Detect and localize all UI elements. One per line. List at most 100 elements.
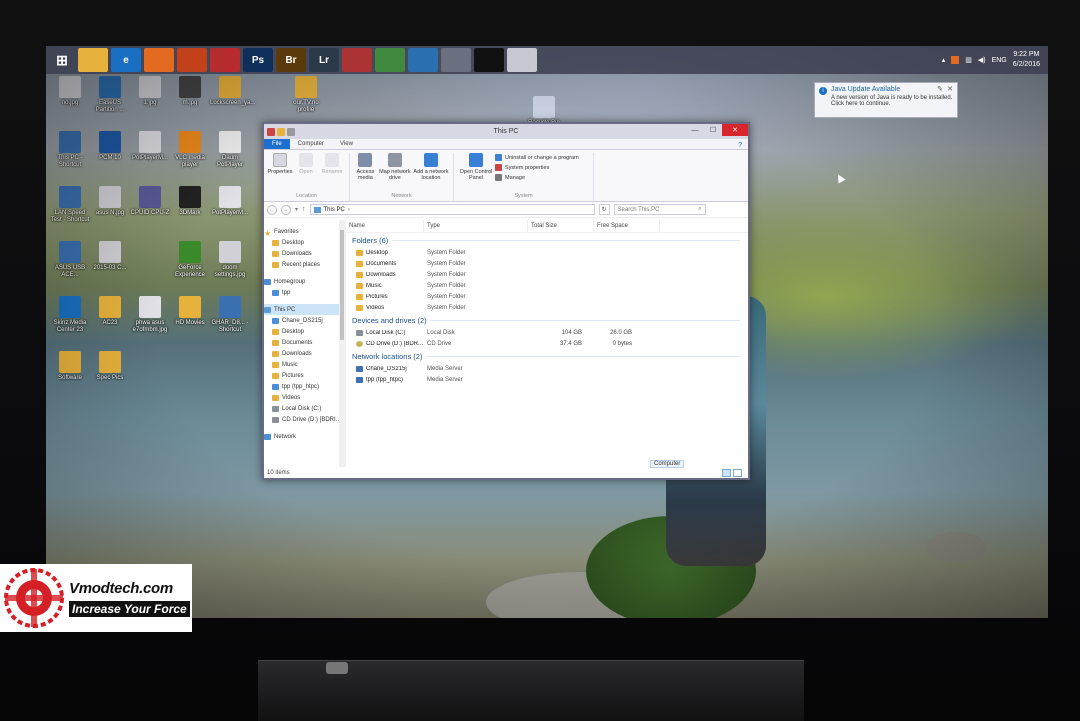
desktop-icon[interactable]: Spec Pics <box>90 351 130 382</box>
desktop-icon[interactable]: asus N.jpg <box>90 186 130 217</box>
maximize-button[interactable]: ☐ <box>704 124 722 136</box>
desktop-icon[interactable]: ASUS USB ACE... <box>50 241 90 279</box>
taskbar-cmd-icon[interactable] <box>474 48 504 72</box>
tray-up-arrow-icon[interactable]: ▴ <box>942 56 946 64</box>
nav-item[interactable]: Music <box>264 359 345 370</box>
help-icon[interactable]: ? <box>738 142 742 149</box>
up-button[interactable]: ↑ <box>302 206 306 213</box>
list-item[interactable]: Chane_DS215j Media Server <box>346 363 748 374</box>
recent-locations-icon[interactable]: ▾ <box>295 206 298 213</box>
details-view-button[interactable] <box>722 469 731 477</box>
desktop-icon[interactable]: GeForce Experience <box>170 241 210 279</box>
desktop-icon[interactable]: HD Movies <box>170 296 210 327</box>
back-button[interactable]: ← <box>267 204 277 215</box>
nav-item[interactable]: tpp (tpp_htpc) <box>264 381 345 392</box>
taskbar-chrome-red-icon[interactable] <box>210 48 240 72</box>
nav-item[interactable]: Downloads <box>264 348 345 359</box>
volume-icon[interactable]: ◀) <box>978 56 986 64</box>
taskbar-app-circle-icon[interactable] <box>342 48 372 72</box>
nav-item[interactable]: Recent places <box>264 259 345 270</box>
desktop-icon[interactable]: GHAR_D8... - Shortcut <box>210 296 250 334</box>
nav-scrollbar[interactable] <box>339 220 345 467</box>
close-button[interactable]: ✕ <box>722 124 748 136</box>
nav-item[interactable]: Documents <box>264 337 345 348</box>
tab-view[interactable]: View <box>332 139 361 149</box>
desktop-icon[interactable]: 3DMark <box>170 186 210 217</box>
uninstall-program-button[interactable]: Uninstall or change a program <box>495 154 579 161</box>
group-network[interactable]: Network locations (2) <box>346 349 748 363</box>
refresh-button[interactable]: ↻ <box>598 204 610 215</box>
desktop-icon[interactable]: PotPlayerM... <box>130 131 170 162</box>
desktop-icon[interactable]: Software <box>50 351 90 382</box>
nav-item[interactable]: Local Disk (C:) <box>264 403 345 414</box>
taskbar-app-list-icon[interactable] <box>507 48 537 72</box>
taskbar-bridge-icon[interactable]: Br <box>276 48 306 72</box>
taskbar-file-explorer-icon[interactable] <box>78 48 108 72</box>
taskbar-lightroom-icon[interactable]: Lr <box>309 48 339 72</box>
group-drives[interactable]: Devices and drives (2) <box>346 313 748 327</box>
nav-favorites[interactable]: ★ Favorites <box>264 226 345 238</box>
large-icons-view-button[interactable] <box>733 469 742 477</box>
taskbar-app-green-icon[interactable] <box>375 48 405 72</box>
minimize-button[interactable]: — <box>686 124 704 136</box>
nav-item[interactable]: Videos <box>264 392 345 403</box>
column-free-space[interactable]: Free Space <box>594 219 660 233</box>
nav-item[interactable]: tpp <box>264 287 345 298</box>
language-indicator[interactable]: ENG <box>992 57 1007 64</box>
taskbar-app-photo-icon[interactable] <box>441 48 471 72</box>
taskbar-photoshop-icon[interactable]: Ps <box>243 48 273 72</box>
desktop-icon[interactable]: AC23 <box>90 296 130 327</box>
taskbar-internet-explorer-icon[interactable]: e <box>111 48 141 72</box>
nav-item[interactable]: Pictures <box>264 370 345 381</box>
system-properties-button[interactable]: System properties <box>495 164 579 171</box>
desktop-icon[interactable]: PotPlayerM... <box>210 186 250 217</box>
list-item[interactable]: Documents System Folder <box>346 258 748 269</box>
list-item[interactable]: Pictures System Folder <box>346 291 748 302</box>
tab-computer[interactable]: Computer <box>290 139 332 149</box>
network-icon[interactable]: ▥ <box>965 56 972 64</box>
address-field[interactable]: This PC › <box>309 204 595 215</box>
chevron-right-icon[interactable]: › <box>348 207 350 213</box>
desktop-icon[interactable]: PCM 10 <box>90 131 130 162</box>
nav-item[interactable]: Downloads <box>264 248 345 259</box>
forward-button[interactable]: → <box>281 204 291 215</box>
close-icon[interactable]: ✕ <box>947 85 953 93</box>
list-item[interactable]: Music System Folder <box>346 280 748 291</box>
desktop-icon[interactable]: Lockscreen_ya... <box>210 76 255 107</box>
desktop-icon[interactable]: This PC - Shortcut <box>50 131 90 169</box>
list-item[interactable]: Desktop System Folder <box>346 247 748 258</box>
desktop-icon[interactable]: 1.jpg <box>130 76 170 107</box>
manage-button[interactable]: Manage <box>495 174 579 181</box>
desktop-icon[interactable]: doom settings.jpg <box>210 241 250 279</box>
search-input[interactable]: Search This PC ⌕ <box>613 204 706 215</box>
list-item[interactable]: Downloads System Folder <box>346 269 748 280</box>
desktop-icon[interactable]: CPUID CPU-Z <box>130 186 170 217</box>
list-item[interactable]: Local Disk (C:) Local Disk 104 GB 26.0 GB <box>346 327 748 338</box>
java-update-notification[interactable]: i Java Update Available A new version of… <box>814 82 958 118</box>
nav-item[interactable]: Desktop <box>264 326 345 337</box>
clock[interactable]: 9:22 PM 6/2/2016 <box>1013 50 1040 70</box>
nav-homegroup[interactable]: Homegroup <box>264 276 345 287</box>
column-type[interactable]: Type <box>424 219 528 233</box>
desktop-icon[interactable]: LAN Speed Test - Shortcut <box>50 186 90 224</box>
nav-network[interactable]: Network <box>264 431 345 442</box>
desktop-icon[interactable]: no.jpg <box>50 76 90 107</box>
list-item[interactable]: CD Drive (D:) [BDR... CD Drive 37.4 GB 0 by… <box>346 338 748 349</box>
desktop-icon[interactable]: Daum PotPlayer <box>210 131 250 169</box>
pin-icon[interactable]: ✎ <box>937 85 943 93</box>
taskbar-firefox-icon[interactable] <box>144 48 174 72</box>
column-name[interactable]: Name <box>346 219 424 233</box>
title-bar[interactable]: This PC — ☐ ✕ <box>264 124 748 139</box>
desktop-icon[interactable]: our.TV.no profile <box>286 76 326 114</box>
taskbar-app-blue-icon[interactable] <box>408 48 438 72</box>
tab-file[interactable]: File <box>264 139 290 149</box>
desktop-icon[interactable]: 2015-03 C... <box>90 241 130 272</box>
column-total-size[interactable]: Total Size <box>528 219 594 233</box>
taskbar-start-icon[interactable]: ⊞ <box>49 48 75 72</box>
java-tray-icon[interactable] <box>951 56 960 64</box>
desktop-icon[interactable]: EaseUS Partition ... <box>90 76 130 114</box>
group-folders[interactable]: Folders (6) <box>346 233 748 247</box>
desktop-icon[interactable]: Skinz Media Center 23 <box>50 296 90 334</box>
taskbar-app-orange-icon[interactable] <box>177 48 207 72</box>
nav-item[interactable]: Chane_DS215j <box>264 315 345 326</box>
